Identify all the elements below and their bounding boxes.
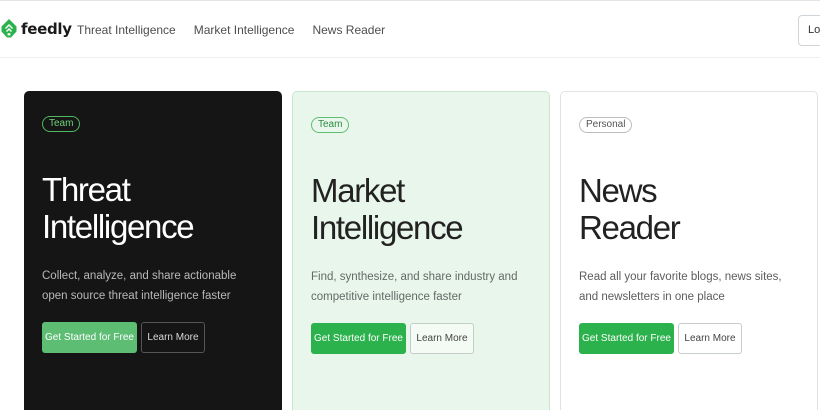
card-title-line: Reader xyxy=(579,209,681,246)
main-nav: Threat Intelligence Market Intelligence … xyxy=(77,23,385,37)
nav-threat-intelligence[interactable]: Threat Intelligence xyxy=(77,23,176,37)
card-title-line: Intelligence xyxy=(42,208,195,245)
get-started-button[interactable]: Get Started for Free xyxy=(42,322,137,353)
card-description: Read all your favorite blogs, news sites… xyxy=(579,271,782,303)
nav-news-reader[interactable]: News Reader xyxy=(312,23,385,37)
learn-more-button[interactable]: Learn More xyxy=(141,322,205,353)
login-button[interactable]: Log xyxy=(798,15,820,46)
card-title-line: News xyxy=(579,172,658,209)
get-started-button[interactable]: Get Started for Free xyxy=(579,323,674,354)
card-title: News Reader xyxy=(579,172,809,246)
team-badge: Team xyxy=(311,117,350,133)
feedly-logo[interactable]: feedly xyxy=(0,18,72,39)
card-title-line: Intelligence xyxy=(311,209,464,246)
top-navigation-bar: feedly Threat Intelligence Market Intell… xyxy=(0,0,820,58)
card-description: Collect, analyze, and share actionable o… xyxy=(42,270,237,302)
card-title-line: Threat xyxy=(42,171,131,208)
feedly-logo-icon xyxy=(1,19,17,38)
threat-intelligence-card: Team Threat Intelligence Collect, analyz… xyxy=(24,91,282,410)
card-title: Market Intelligence xyxy=(311,172,541,246)
get-started-button[interactable]: Get Started for Free xyxy=(311,323,406,354)
market-intelligence-card: Team Market Intelligence Find, synthesiz… xyxy=(292,91,550,410)
logo-text: feedly xyxy=(21,19,72,38)
card-title-line: Market xyxy=(311,172,405,209)
learn-more-button[interactable]: Learn More xyxy=(410,323,474,354)
team-badge: Team xyxy=(42,116,81,132)
card-title: Threat Intelligence xyxy=(42,171,272,245)
learn-more-button[interactable]: Learn More xyxy=(678,323,742,354)
card-description: Find, synthesize, and share industry and… xyxy=(311,271,518,303)
personal-badge: Personal xyxy=(579,117,633,133)
nav-market-intelligence[interactable]: Market Intelligence xyxy=(194,23,295,37)
news-reader-card: Personal News Reader Read all your favor… xyxy=(560,91,818,410)
